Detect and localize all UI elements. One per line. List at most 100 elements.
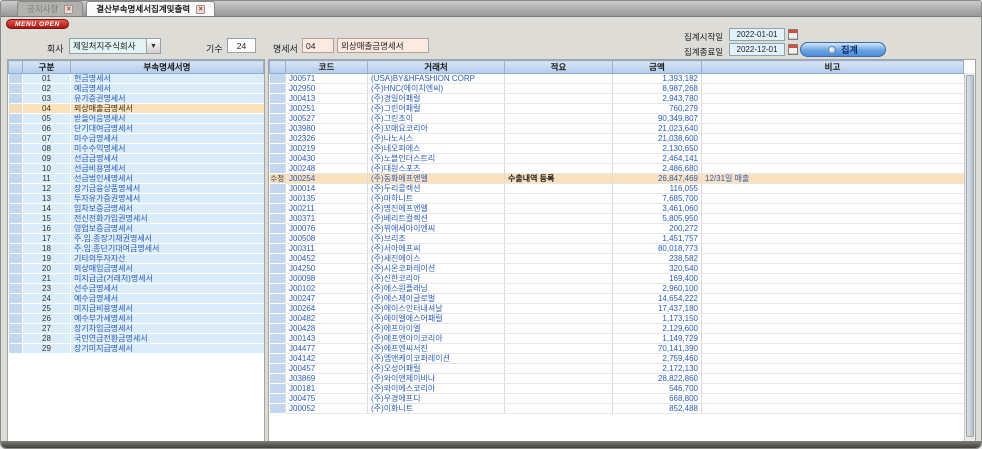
statement-row[interactable]: 29장기미지급명세서 bbox=[9, 344, 264, 354]
vendor-row[interactable]: J00482(주)에이엘에스어패럴1,173,150 bbox=[270, 314, 964, 324]
vendor-row[interactable]: J00135(주)마하니트7,685,700 bbox=[270, 194, 964, 204]
statement-row[interactable]: 01현금명세서 bbox=[9, 74, 264, 84]
statement-row[interactable]: 28국민연금전환금명세서 bbox=[9, 334, 264, 344]
statement-row[interactable]: 10선급비용명세서 bbox=[9, 164, 264, 174]
vendor-amount: 2,759,460 bbox=[613, 354, 702, 364]
menu-open-badge[interactable]: MENU OPEN bbox=[6, 19, 69, 29]
vendor-row[interactable]: J02950(주)HNC(에이치엔씨)8,987,268 bbox=[270, 84, 964, 94]
start-date-input[interactable] bbox=[729, 28, 785, 41]
vendor-row[interactable]: J04142(주)엠앤케이코퍼레이션2,759,460 bbox=[270, 354, 964, 364]
statement-row[interactable]: 09선급금명세서 bbox=[9, 154, 264, 164]
tab-close-icon[interactable]: × bbox=[64, 5, 73, 14]
vendor-row[interactable]: J00181(주)와이에스코리아546,700 bbox=[270, 384, 964, 394]
statement-name: 임차보증금명세서 bbox=[71, 204, 264, 214]
statement-row[interactable]: 07미수금명세서 bbox=[9, 134, 264, 144]
vendor-code: J00076 bbox=[286, 224, 368, 234]
end-date-input[interactable] bbox=[729, 43, 785, 56]
vendor-row[interactable]: J00371(주)베리트컬렉션5,805,950 bbox=[270, 214, 964, 224]
vendor-row[interactable]: J00508(주)브리조1,451,757 bbox=[270, 234, 964, 244]
vendor-row[interactable]: J00052(주)이화니트852,488 bbox=[270, 404, 964, 414]
vendor-row[interactable]: J04250(주)시온코퍼레이션320,540 bbox=[270, 264, 964, 274]
vendor-name: (주)에프엔씨서진 bbox=[368, 344, 505, 354]
vendor-name: (주)대원스포츠 bbox=[368, 164, 505, 174]
vendor-row[interactable]: J00571(USA)BY&HFASHION CORP1,393,182 bbox=[270, 74, 964, 84]
tab-notice[interactable]: 공지사항 × bbox=[17, 1, 83, 16]
vendor-row[interactable]: J00219(주)네오피에스2,130,650 bbox=[270, 144, 964, 154]
vendor-row[interactable]: J00211(주)명진에프앤엘3,461,060 bbox=[270, 204, 964, 214]
scrollbar-thumb[interactable] bbox=[966, 75, 974, 437]
statement-row[interactable]: 23선수금명세서 bbox=[9, 284, 264, 294]
vendor-row[interactable]: J00475(주)우경에프디668,800 bbox=[270, 394, 964, 404]
vendor-row[interactable]: J00102(주)에스원플래닝2,960,100 bbox=[270, 284, 964, 294]
vendor-row[interactable]: J00428(주)에프아이엘2,129,600 bbox=[270, 324, 964, 334]
vendor-row[interactable]: J00264(주)에이스인터내셔날17,437,180 bbox=[270, 304, 964, 314]
statement-name-input[interactable] bbox=[337, 38, 429, 53]
vendor-row[interactable]: J00430(주)노블인더스트리2,464,141 bbox=[270, 154, 964, 164]
vendor-name: (주)에프아이엘 bbox=[368, 324, 505, 334]
period-input[interactable] bbox=[227, 38, 256, 53]
statement-code-input[interactable] bbox=[302, 38, 334, 53]
statement-row[interactable]: 16영업보증금명세서 bbox=[9, 224, 264, 234]
vendor-amount: 2,464,141 bbox=[613, 154, 702, 164]
chevron-down-icon[interactable]: ▼ bbox=[146, 39, 160, 53]
statement-row[interactable]: 25미지급비용명세서 bbox=[9, 304, 264, 314]
statement-row[interactable]: 12장기금융상품명세서 bbox=[9, 184, 264, 194]
vendor-row[interactable]: J00452(주)세진에이스238,582 bbox=[270, 254, 964, 264]
statement-row[interactable]: 21미지급금(거래처)명세서 bbox=[9, 274, 264, 284]
statement-row[interactable]: 19기타의투자자산 bbox=[9, 254, 264, 264]
vendor-row[interactable]: J00098(주)신한코리아169,400 bbox=[270, 274, 964, 284]
vendor-row[interactable]: J04477(주)에프엔씨서진70,141,390 bbox=[270, 344, 964, 354]
statement-row[interactable]: 20외상매입금명세서 bbox=[9, 264, 264, 274]
vendor-row[interactable]: J00413(주)경일어패럴2,943,780 bbox=[270, 94, 964, 104]
statement-row[interactable]: 15전신전화가입권명세서 bbox=[9, 214, 264, 224]
vertical-scrollbar[interactable] bbox=[964, 73, 975, 441]
vendor-desc bbox=[505, 284, 613, 294]
vendor-row[interactable]: J00251(주)그린어패럴760,279 bbox=[270, 104, 964, 114]
company-select[interactable]: 제일처지주식회사 ▼ bbox=[69, 38, 161, 54]
aggregate-button[interactable]: 집계 bbox=[800, 42, 886, 57]
statement-name: 미지급비용명세서 bbox=[71, 304, 264, 314]
statement-row[interactable]: 17주.임.종장기채권명세서 bbox=[9, 234, 264, 244]
vendor-amount: 26,847,469 bbox=[613, 174, 702, 184]
statement-row[interactable]: 13투자유가증권명세서 bbox=[9, 194, 264, 204]
tab-close-icon[interactable]: × bbox=[196, 5, 205, 14]
statement-row[interactable]: 14임차보증금명세서 bbox=[9, 204, 264, 214]
statement-row[interactable]: 04외상매출금명세서 bbox=[9, 104, 264, 114]
statement-row[interactable]: 18주.임.종단기대여금명세서 bbox=[9, 244, 264, 254]
vendor-note bbox=[702, 214, 964, 224]
vendor-row[interactable]: J00247(주)에스제이글로벌14,654,222 bbox=[270, 294, 964, 304]
vendor-desc bbox=[505, 124, 613, 134]
vendor-row[interactable]: J00014(주)두리콜렉션116,055 bbox=[270, 184, 964, 194]
vendor-row[interactable]: J00527(주)그린조이90,349,807 bbox=[270, 114, 964, 124]
vendor-note bbox=[702, 104, 964, 114]
vendor-row[interactable]: J00143(주)에프앤아이코리아1,149,729 bbox=[270, 334, 964, 344]
tab-report[interactable]: 결산부속명세서집계및출력 × bbox=[86, 1, 215, 16]
statement-row[interactable]: 02예금명세서 bbox=[9, 84, 264, 94]
statement-row[interactable]: 24예수금명세서 bbox=[9, 294, 264, 304]
statement-list-panel: 구분 부속명세서명 01현금명세서02예금명세서03유가증권명세서04외상매출금… bbox=[7, 59, 265, 442]
calendar-icon[interactable] bbox=[788, 29, 798, 40]
tab-report-label: 결산부속명세서집계및출력 bbox=[96, 3, 190, 15]
vendor-row[interactable]: J00248(주)대원스포츠2,486,680 bbox=[270, 164, 964, 174]
vendor-code: J00371 bbox=[286, 214, 368, 224]
row-gutter bbox=[9, 244, 23, 254]
statement-row[interactable]: 26예수부가세명세서 bbox=[9, 314, 264, 324]
vendor-row[interactable]: J00076(주)뷔에세아이엔씨200,272 bbox=[270, 224, 964, 234]
vendor-amount: 2,943,780 bbox=[613, 94, 702, 104]
vendor-row[interactable]: J03980(주)꼬매요코리아21,023,640 bbox=[270, 124, 964, 134]
statement-row[interactable]: 05받을어음명세서 bbox=[9, 114, 264, 124]
statement-row[interactable]: 11선급법인세명세서 bbox=[9, 174, 264, 184]
calendar-icon[interactable] bbox=[788, 44, 798, 55]
vendor-desc bbox=[505, 324, 613, 334]
statement-row[interactable]: 27장기차입금명세서 bbox=[9, 324, 264, 334]
statement-row[interactable]: 08미수수익명세서 bbox=[9, 144, 264, 154]
vendor-row[interactable]: J00457(주)오성어패럴2,172,130 bbox=[270, 364, 964, 374]
statement-name: 예수금명세서 bbox=[71, 294, 264, 304]
statement-row[interactable]: 03유가증권명세서 bbox=[9, 94, 264, 104]
vendor-row[interactable]: J00311(주)서아에프씨80,018,773 bbox=[270, 244, 964, 254]
vendor-name: (주)서아에프씨 bbox=[368, 244, 505, 254]
vendor-row[interactable]: J03869(주)와이앤제이비나28,822,860 bbox=[270, 374, 964, 384]
vendor-row[interactable]: J02326(주)나노시스21,038,600 bbox=[270, 134, 964, 144]
vendor-row[interactable]: 수정J00254(주)동화에프앤엘수출내역 등록26,847,46912/31일… bbox=[270, 174, 964, 184]
statement-row[interactable]: 06단기대여금명세서 bbox=[9, 124, 264, 134]
